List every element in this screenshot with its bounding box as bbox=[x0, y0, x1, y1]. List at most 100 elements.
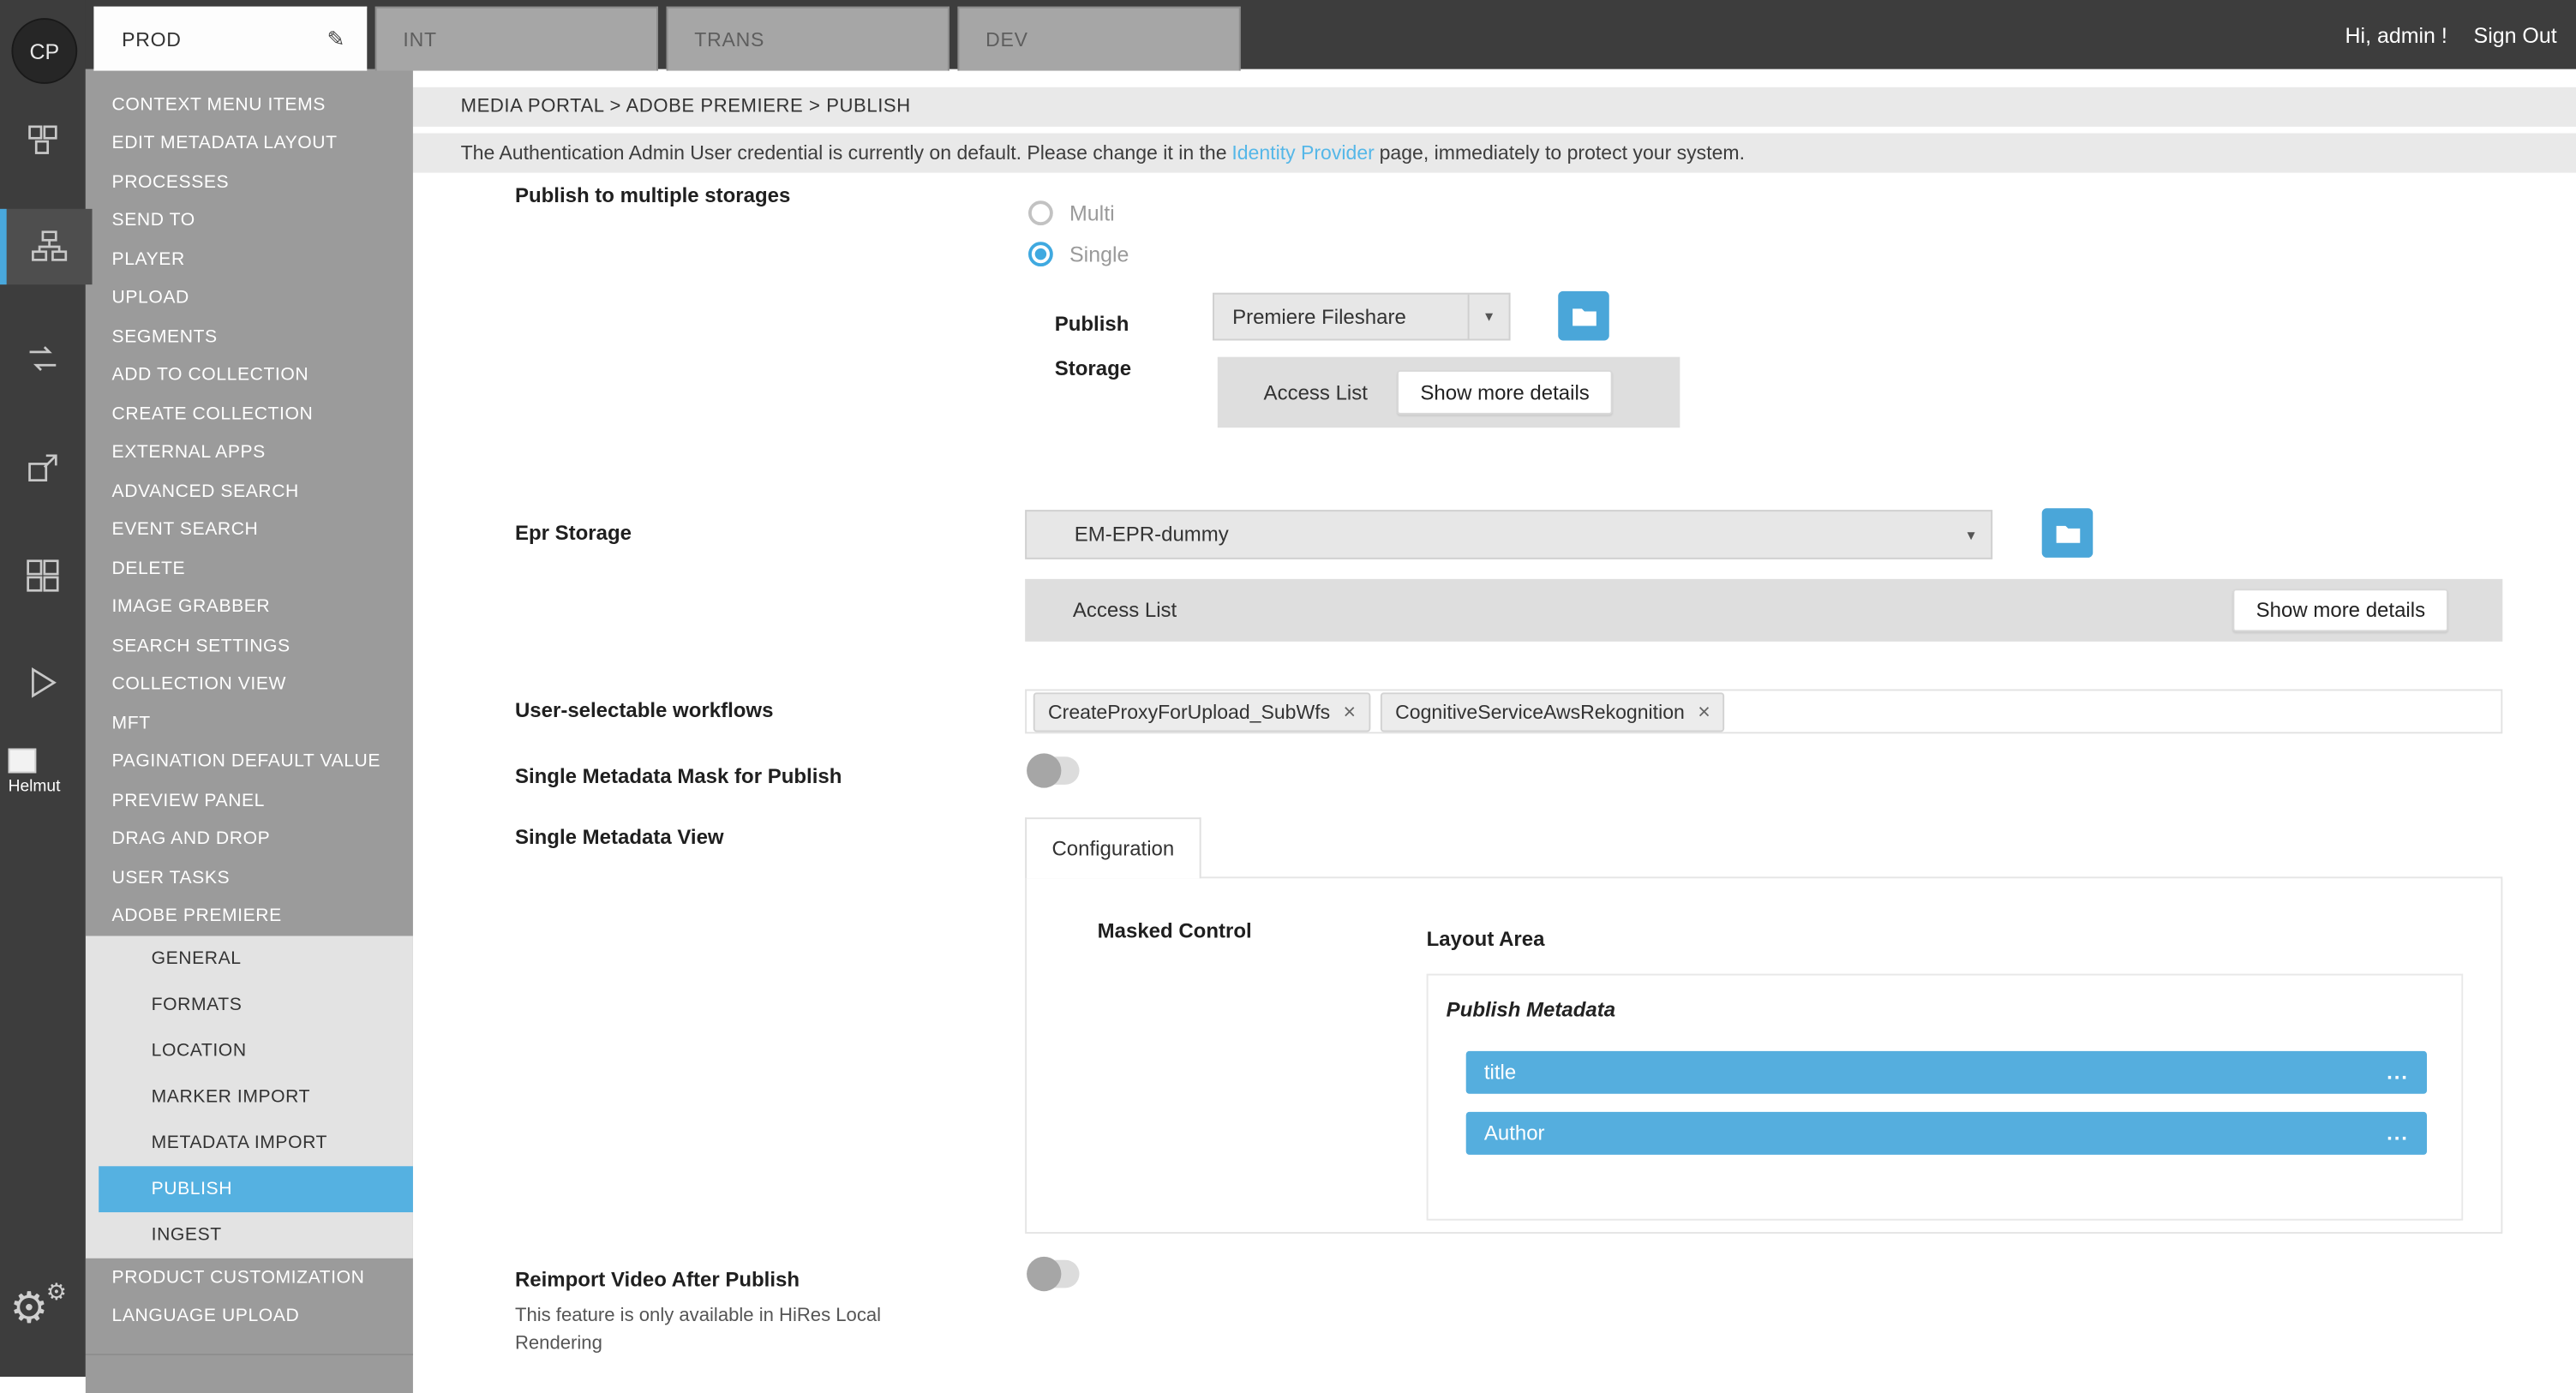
sidebar-item-add-to-collection[interactable]: ADD TO COLLECTION bbox=[86, 356, 413, 395]
tab-int-label: INT bbox=[403, 28, 436, 51]
sidebar-item-event-search[interactable]: EVENT SEARCH bbox=[86, 511, 413, 549]
sidebar-item-delete[interactable]: DELETE bbox=[86, 549, 413, 588]
more-options-icon[interactable]: ... bbox=[2387, 1121, 2409, 1145]
breadcrumb: MEDIA PORTAL > ADOBE PREMIERE > PUBLISH bbox=[413, 87, 2576, 127]
sidebar-item-external-apps[interactable]: EXTERNAL APPS bbox=[86, 433, 413, 472]
sidebar-item-image-grabber[interactable]: IMAGE GRABBER bbox=[86, 588, 413, 626]
modules-icon[interactable] bbox=[0, 538, 86, 613]
sidebar-item-send-to[interactable]: SEND TO bbox=[86, 201, 413, 240]
app-logo[interactable]: CP bbox=[11, 18, 77, 84]
adobe-premiere-submenu: GENERAL FORMATS LOCATION MARKER IMPORT M… bbox=[86, 936, 413, 1258]
sidebar-subitem-ingest[interactable]: INGEST bbox=[86, 1212, 413, 1258]
sidebar-item-language-upload[interactable]: LANGUAGE UPLOAD bbox=[86, 1297, 413, 1336]
radio-single-circle[interactable] bbox=[1028, 242, 1053, 266]
user-area: Hi, admin ! Sign Out bbox=[2345, 0, 2557, 69]
settings-sidebar: CONTEXT MENU ITEMS EDIT METADATA LAYOUT … bbox=[86, 69, 413, 1393]
collections-icon[interactable] bbox=[0, 431, 86, 506]
reimport-helper-text: This feature is only available in HiRes … bbox=[515, 1303, 910, 1360]
epr-storage-label: Epr Storage bbox=[515, 522, 632, 545]
metadata-field-author[interactable]: Author ... bbox=[1466, 1112, 2427, 1155]
tab-configuration[interactable]: Configuration bbox=[1025, 817, 1201, 878]
sign-out-link[interactable]: Sign Out bbox=[2474, 22, 2557, 47]
sidebar-item-adobe-premiere[interactable]: ADOBE PREMIERE bbox=[86, 897, 413, 936]
workflow-chip[interactable]: CognitiveServiceAwsRekognition × bbox=[1381, 691, 1725, 731]
helmut-plugin[interactable]: Helmut bbox=[9, 749, 61, 798]
edit-pencil-icon[interactable]: ✎ bbox=[327, 27, 346, 53]
layout-area-label: Layout Area bbox=[1427, 928, 1545, 951]
chevron-down-icon[interactable]: ▼ bbox=[1951, 527, 1991, 541]
radio-single[interactable]: Single bbox=[1028, 242, 1129, 266]
sidebar-item-preview-panel[interactable]: PREVIEW PANEL bbox=[86, 781, 413, 820]
main-content: MEDIA PORTAL > ADOBE PREMIERE > PUBLISH … bbox=[413, 69, 2576, 1377]
show-more-details-button[interactable]: Show more details bbox=[1398, 370, 1613, 415]
metadata-field-title[interactable]: title ... bbox=[1466, 1051, 2427, 1094]
more-options-icon[interactable]: ... bbox=[2387, 1061, 2409, 1084]
sidebar-item-mft[interactable]: MFT bbox=[86, 704, 413, 743]
assets-icon[interactable] bbox=[0, 102, 86, 177]
workflows-icon[interactable] bbox=[0, 209, 93, 284]
sidebar-item-drag-and-drop[interactable]: DRAG AND DROP bbox=[86, 820, 413, 858]
sidebar-subitem-location[interactable]: LOCATION bbox=[86, 1028, 413, 1074]
tab-dev[interactable]: DEV bbox=[957, 7, 1240, 71]
tab-prod-label: PROD bbox=[122, 28, 182, 51]
metadata-field-label: Author bbox=[1484, 1121, 1545, 1145]
toggle-knob bbox=[1027, 1257, 1061, 1291]
toggle-knob bbox=[1027, 753, 1061, 787]
sidebar-subitem-general[interactable]: GENERAL bbox=[86, 936, 413, 982]
sidebar-item-edit-metadata-layout[interactable]: EDIT METADATA LAYOUT bbox=[86, 124, 413, 163]
chip-close-icon[interactable]: × bbox=[1344, 699, 1357, 724]
warning-text-prefix: The Authentication Admin User credential… bbox=[461, 141, 1227, 164]
epr-storage-dropdown[interactable]: EM-EPR-dummy ▼ bbox=[1025, 510, 1992, 559]
icon-rail: Helmut ⚙ ⚙ bbox=[0, 0, 86, 1377]
tab-prod[interactable]: PROD ✎ bbox=[93, 7, 367, 71]
radio-multi[interactable]: Multi bbox=[1028, 200, 1115, 225]
identity-provider-link[interactable]: Identity Provider bbox=[1231, 141, 1375, 164]
sidebar-item-product-customization[interactable]: PRODUCT CUSTOMIZATION bbox=[86, 1258, 413, 1297]
sidebar-subitem-formats[interactable]: FORMATS bbox=[86, 982, 413, 1028]
sidebar-item-pagination-default-value[interactable]: PAGINATION DEFAULT VALUE bbox=[86, 743, 413, 781]
sidebar-item-processes[interactable]: PROCESSES bbox=[86, 163, 413, 201]
sidebar-item-player[interactable]: PLAYER bbox=[86, 240, 413, 278]
sidebar-item-segments[interactable]: SEGMENTS bbox=[86, 318, 413, 356]
access-list-label: Access List bbox=[1073, 599, 1177, 622]
tab-trans[interactable]: TRANS bbox=[667, 7, 950, 71]
publish-storage-label: Publish Storage bbox=[1055, 302, 1160, 392]
user-greeting: Hi, admin ! bbox=[2345, 22, 2447, 47]
settings-gear-icon[interactable]: ⚙ ⚙ bbox=[10, 1286, 49, 1329]
metadata-field-label: title bbox=[1484, 1061, 1516, 1084]
sidebar-subitem-metadata-import[interactable]: METADATA IMPORT bbox=[86, 1121, 413, 1167]
sidebar-item-upload[interactable]: UPLOAD bbox=[86, 278, 413, 317]
connections-icon[interactable] bbox=[0, 320, 86, 396]
sidebar-subitem-publish[interactable]: PUBLISH bbox=[99, 1166, 413, 1212]
reimport-toggle[interactable] bbox=[1028, 1260, 1080, 1288]
folder-icon bbox=[1571, 305, 1597, 326]
sidebar-item-collection-view[interactable]: COLLECTION VIEW bbox=[86, 666, 413, 704]
single-metadata-view-label: Single Metadata View bbox=[515, 826, 724, 849]
single-metadata-mask-label: Single Metadata Mask for Publish bbox=[515, 765, 842, 788]
sidebar-subitem-marker-import[interactable]: MARKER IMPORT bbox=[86, 1074, 413, 1121]
sidebar-item-search-settings[interactable]: SEARCH SETTINGS bbox=[86, 627, 413, 666]
single-metadata-mask-toggle[interactable] bbox=[1028, 756, 1080, 785]
sidebar-item-advanced-search[interactable]: ADVANCED SEARCH bbox=[86, 472, 413, 511]
radio-multi-circle[interactable] bbox=[1028, 200, 1053, 225]
app-logo-text: CP bbox=[30, 39, 60, 63]
show-more-details-button[interactable]: Show more details bbox=[2233, 589, 2448, 631]
sidebar-item-user-tasks[interactable]: USER TASKS bbox=[86, 858, 413, 897]
epr-storage-browse-button[interactable] bbox=[2042, 508, 2094, 558]
workflows-tag-input[interactable]: CreateProxyForUpload_SubWfs × CognitiveS… bbox=[1025, 689, 2502, 733]
sidebar-item-create-collection[interactable]: CREATE COLLECTION bbox=[86, 395, 413, 433]
chevron-down-icon[interactable]: ▼ bbox=[1468, 295, 1509, 339]
epr-storage-value: EM-EPR-dummy bbox=[1027, 523, 1951, 547]
workflow-chip[interactable]: CreateProxyForUpload_SubWfs × bbox=[1033, 691, 1371, 731]
player-icon[interactable] bbox=[0, 645, 86, 720]
workflow-chip-label: CognitiveServiceAwsRekognition bbox=[1395, 700, 1685, 723]
publish-storage-browse-button[interactable] bbox=[1558, 291, 1609, 341]
radio-multi-label: Multi bbox=[1069, 200, 1115, 225]
warning-banner: The Authentication Admin User credential… bbox=[413, 134, 2576, 173]
chip-close-icon[interactable]: × bbox=[1698, 699, 1710, 724]
tab-int[interactable]: INT bbox=[375, 7, 658, 71]
folder-icon bbox=[2054, 523, 2081, 544]
app-window: PROD ✎ INT TRANS DEV Hi, admin ! Sign Ou… bbox=[0, 0, 2576, 1377]
sidebar-item-context-menu-items[interactable]: CONTEXT MENU ITEMS bbox=[86, 86, 413, 124]
publish-storage-dropdown[interactable]: Premiere Fileshare ▼ bbox=[1213, 293, 1511, 341]
